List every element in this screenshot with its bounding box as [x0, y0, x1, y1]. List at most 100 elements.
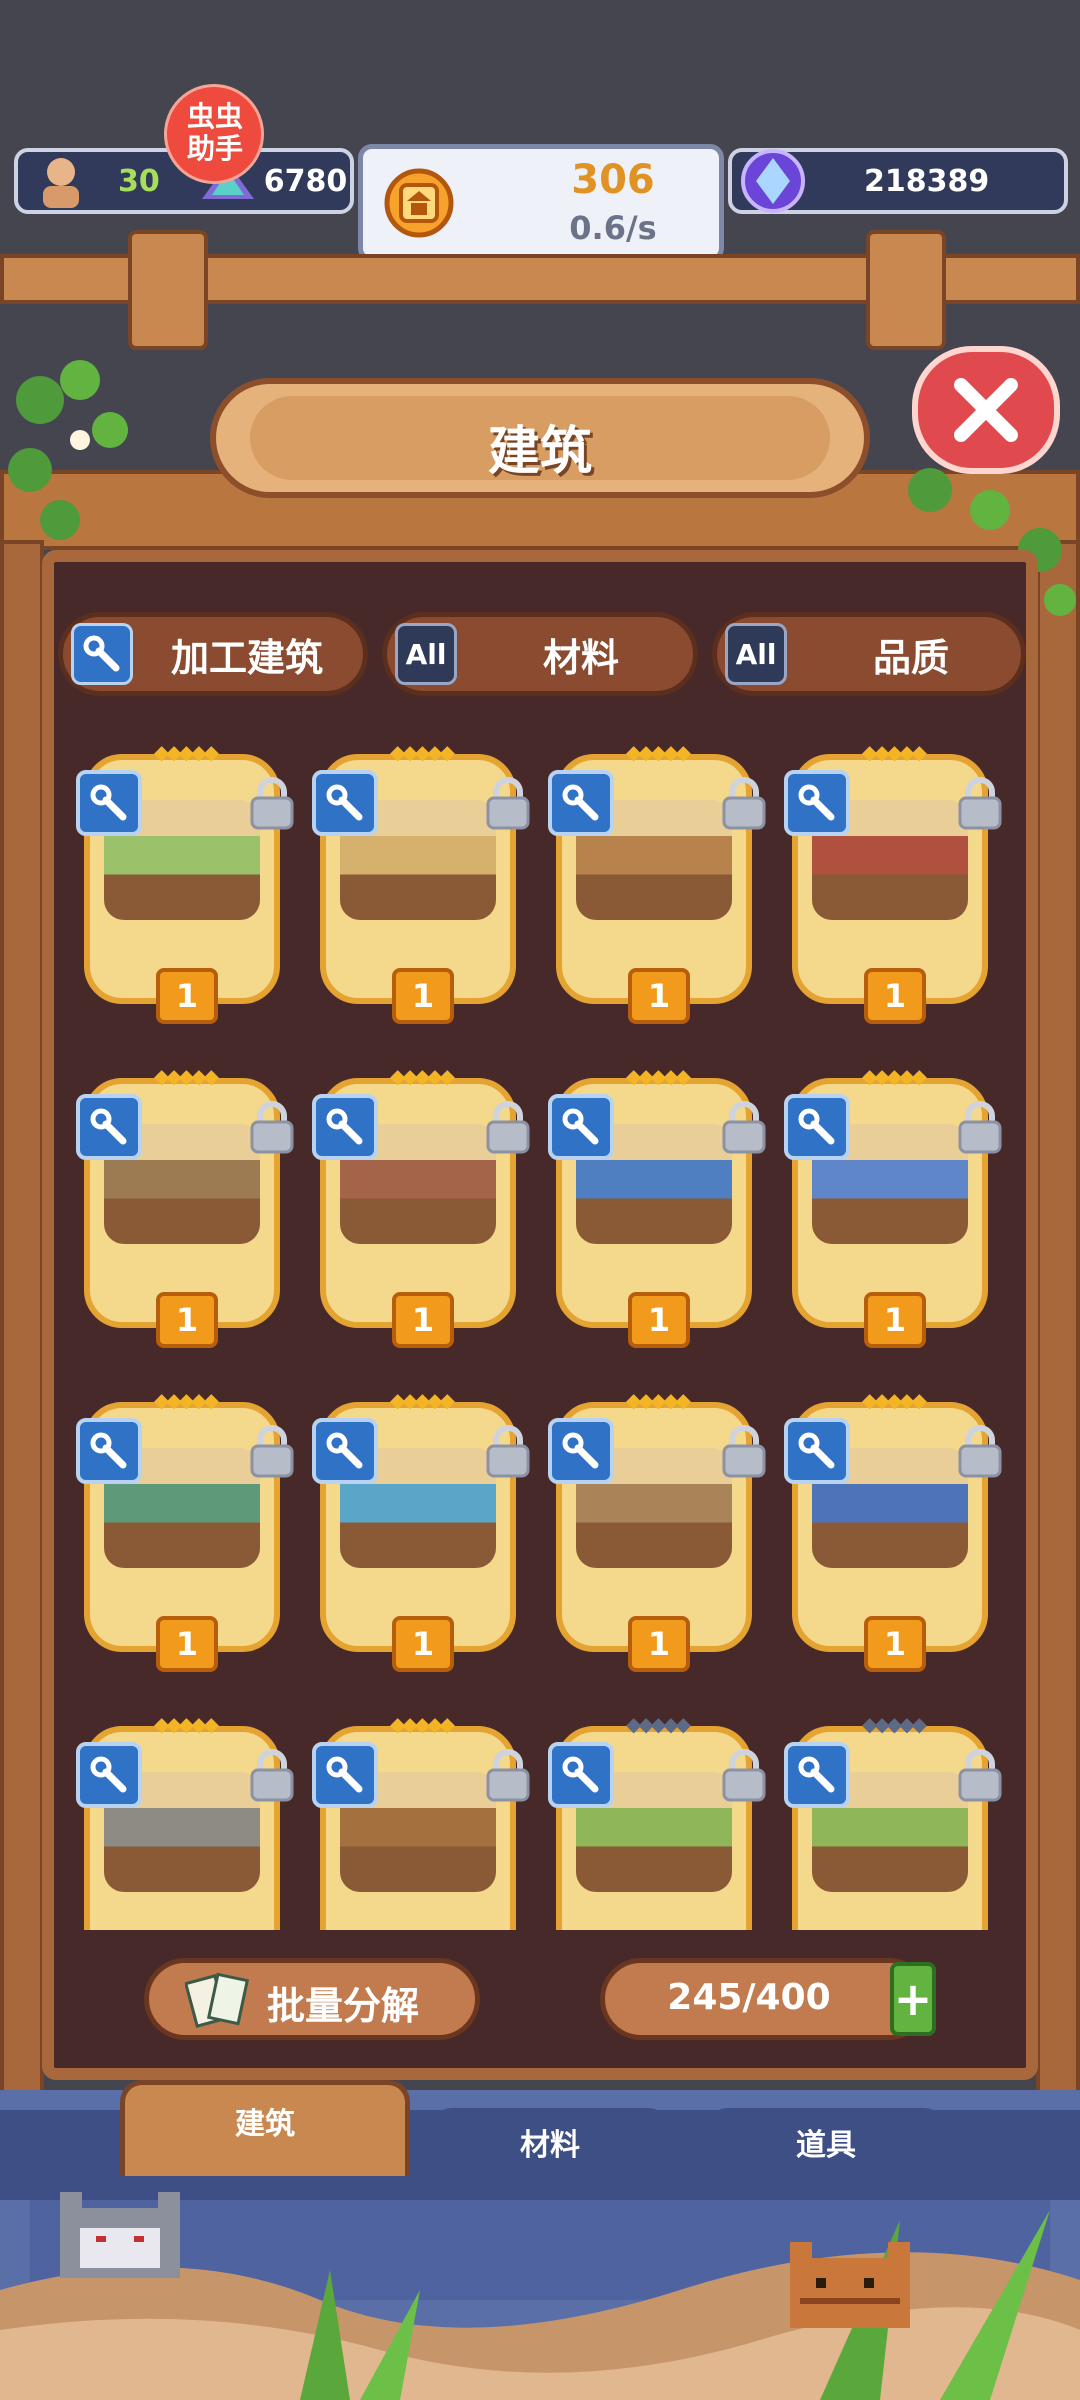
close-icon	[954, 378, 1018, 442]
lock-icon	[958, 1425, 1002, 1478]
level-badge: 1	[392, 1616, 454, 1672]
population-value: 30	[118, 163, 160, 199]
wrench-icon	[312, 1094, 378, 1160]
all-icon: All	[725, 623, 787, 685]
level-badge: 1	[864, 1616, 926, 1672]
star-rating: ◆◆◆◆◆	[154, 1712, 219, 1736]
star-rating: ◆◆◆◆◆	[154, 740, 219, 764]
building-card[interactable]: ◆◆◆◆◆ 1	[76, 1064, 294, 1354]
level-badge: 1	[156, 1292, 218, 1348]
tab-buildings-label: 建筑	[235, 2107, 295, 2142]
star-rating: ◆◆◆◆◆	[390, 1064, 455, 1088]
wrench-icon	[76, 770, 142, 836]
wrench-icon	[784, 1094, 850, 1160]
wrench-icon	[76, 1742, 142, 1808]
tab-items-label: 道具	[796, 2128, 856, 2163]
building-card[interactable]: ◆◆◆◆◆ 1	[548, 1064, 766, 1354]
plus-icon: +	[893, 1972, 933, 2026]
filter-quality[interactable]: All 品质	[712, 612, 1026, 696]
tab-buildings[interactable]: 建筑	[120, 2080, 410, 2176]
capacity-pill: 245/400	[600, 1958, 930, 2040]
scroll-icon	[185, 1972, 250, 2028]
level-badge: 1	[864, 968, 926, 1024]
filter-quality-label: 品质	[873, 636, 950, 680]
tab-materials[interactable]: 材料	[430, 2108, 670, 2184]
level-badge: 1	[156, 968, 218, 1024]
building-card[interactable]: ◆◆◆◆◆	[76, 1712, 294, 1930]
close-button[interactable]	[912, 346, 1060, 474]
batch-decompose-label: 批量分解	[267, 1984, 420, 2028]
expand-capacity-button[interactable]: +	[890, 1962, 936, 2036]
lock-icon	[722, 777, 766, 830]
building-card[interactable]: ◆◆◆◆◆ 1	[312, 1388, 530, 1678]
wrench-icon	[548, 770, 614, 836]
level-badge: 1	[392, 1292, 454, 1348]
star-rating: ◆◆◆◆◆	[626, 740, 691, 764]
lock-icon	[250, 1749, 294, 1802]
level-badge: 1	[392, 968, 454, 1024]
wrench-icon	[312, 1418, 378, 1484]
lock-icon	[250, 1425, 294, 1478]
level-badge: 1	[864, 1292, 926, 1348]
building-card[interactable]: ◆◆◆◆◆ 1	[548, 1388, 766, 1678]
filter-material[interactable]: All 材料	[382, 612, 698, 696]
wrench-icon	[784, 1742, 850, 1808]
coin-icon	[384, 168, 454, 238]
lock-icon	[250, 777, 294, 830]
building-card[interactable]: ◆◆◆◆◆ 1	[548, 740, 766, 1030]
left-post	[128, 230, 208, 350]
wrench-icon	[548, 1418, 614, 1484]
capacity-value: 245/400	[667, 1977, 831, 2018]
lock-icon	[486, 1749, 530, 1802]
cat-mascot-right	[790, 2242, 910, 2328]
lock-icon	[722, 1425, 766, 1478]
building-card[interactable]: ◆◆◆◆◆ 1	[76, 740, 294, 1030]
filter-material-label: 材料	[543, 636, 620, 680]
lock-icon	[722, 1749, 766, 1802]
lock-icon	[486, 1101, 530, 1154]
crystal-panel: 218389	[728, 148, 1068, 214]
star-rating: ◆◆◆◆◆	[626, 1712, 691, 1736]
crystal-icon	[741, 149, 805, 213]
building-card[interactable]: ◆◆◆◆◆ 1	[76, 1388, 294, 1678]
level-badge: 1	[628, 968, 690, 1024]
helper-badge[interactable]: 虫虫助手	[164, 84, 264, 184]
tab-materials-label: 材料	[520, 2128, 580, 2163]
building-card[interactable]: ◆◆◆◆◆	[548, 1712, 766, 1930]
batch-decompose-button[interactable]: 批量分解	[144, 1958, 480, 2040]
building-card[interactable]: ◆◆◆◆◆	[312, 1712, 530, 1930]
building-card[interactable]: ◆◆◆◆◆ 1	[784, 1388, 1002, 1678]
all-icon: All	[395, 623, 457, 685]
building-card[interactable]: ◆◆◆◆◆ 1	[784, 740, 1002, 1030]
filter-category-label: 加工建筑	[171, 636, 324, 680]
wrench-icon	[71, 623, 133, 685]
lock-icon	[722, 1101, 766, 1154]
lock-icon	[486, 1425, 530, 1478]
star-rating: ◆◆◆◆◆	[154, 1388, 219, 1412]
star-rating: ◆◆◆◆◆	[862, 1388, 927, 1412]
building-card[interactable]: ◆◆◆◆◆ 1	[312, 740, 530, 1030]
lock-icon	[250, 1101, 294, 1154]
star-rating: ◆◆◆◆◆	[154, 1064, 219, 1088]
tab-items[interactable]: 道具	[706, 2108, 946, 2184]
level-badge: 1	[628, 1616, 690, 1672]
star-rating: ◆◆◆◆◆	[862, 740, 927, 764]
filter-category[interactable]: 加工建筑	[58, 612, 368, 696]
coin-value: 306	[571, 157, 655, 203]
level-badge: 1	[628, 1292, 690, 1348]
star-rating: ◆◆◆◆◆	[390, 1388, 455, 1412]
coin-panel: 306 0.6/s	[358, 144, 724, 262]
building-card[interactable]: ◆◆◆◆◆	[784, 1712, 1002, 1930]
wrench-icon	[312, 1742, 378, 1808]
cat-mascot-left	[60, 2192, 180, 2278]
lock-icon	[958, 1749, 1002, 1802]
building-card[interactable]: ◆◆◆◆◆ 1	[312, 1064, 530, 1354]
lock-icon	[958, 777, 1002, 830]
level-badge: 1	[156, 1616, 218, 1672]
crystal-value: 218389	[864, 163, 990, 199]
building-card[interactable]: ◆◆◆◆◆ 1	[784, 1064, 1002, 1354]
wrench-icon	[312, 770, 378, 836]
vine-decoration-left	[8, 360, 128, 540]
star-rating: ◆◆◆◆◆	[862, 1712, 927, 1736]
star-rating: ◆◆◆◆◆	[390, 1712, 455, 1736]
